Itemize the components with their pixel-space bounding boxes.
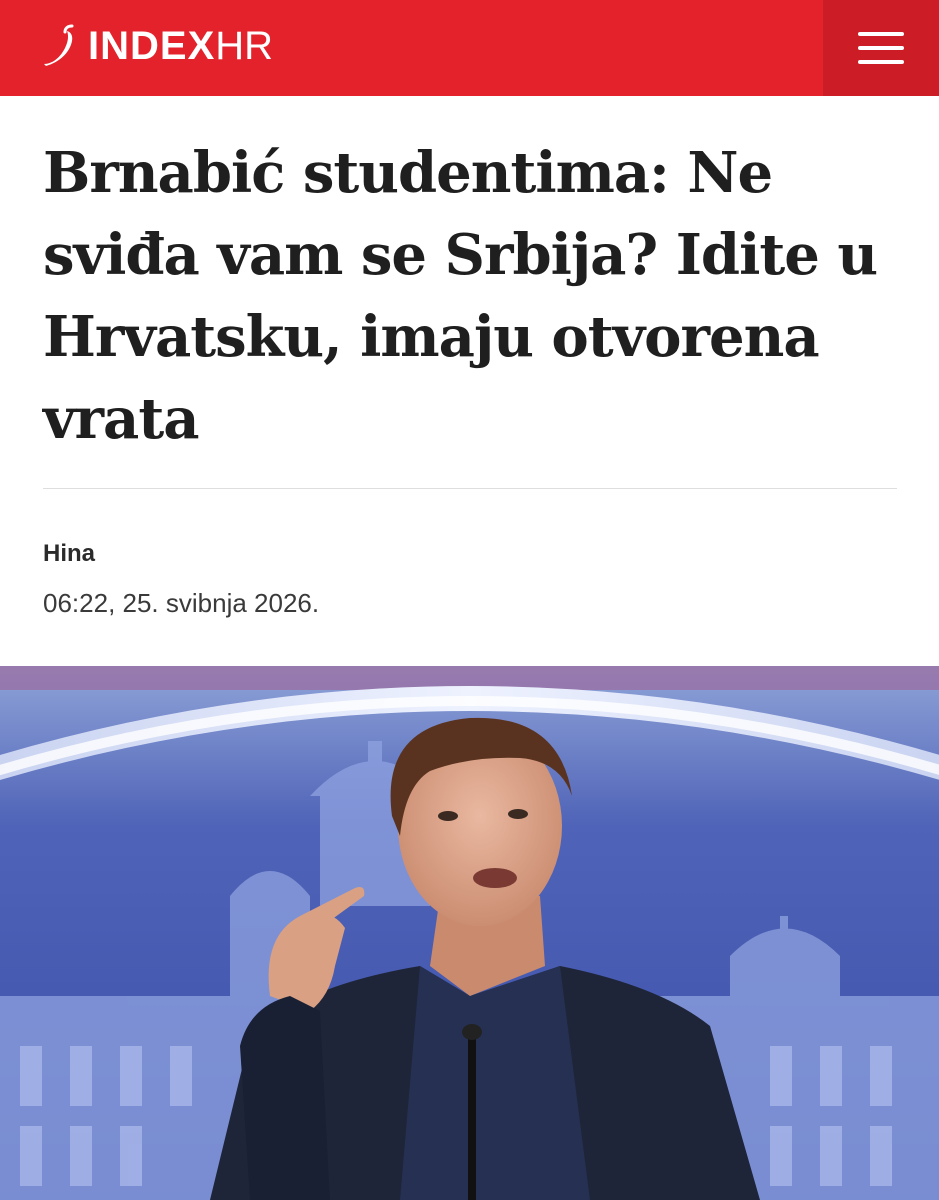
article-title: Brnabić studentima: Ne sviđa vam se Srbi…: [43, 140, 878, 452]
site-header: INDEX HR: [0, 0, 939, 96]
chili-pepper-icon: [44, 24, 74, 66]
article-photo[interactable]: [0, 666, 939, 1200]
article-date: 06:22, 25. svibnja 2026.: [43, 588, 320, 618]
logo-text-main: INDEX: [88, 23, 216, 68]
hamburger-menu-icon: [858, 32, 904, 64]
logo-text-sub: HR: [215, 23, 274, 68]
menu-button[interactable]: [823, 0, 939, 96]
site-logo[interactable]: INDEX HR: [38, 14, 273, 78]
article-author[interactable]: Hina: [43, 540, 95, 568]
title-divider: [43, 488, 897, 489]
